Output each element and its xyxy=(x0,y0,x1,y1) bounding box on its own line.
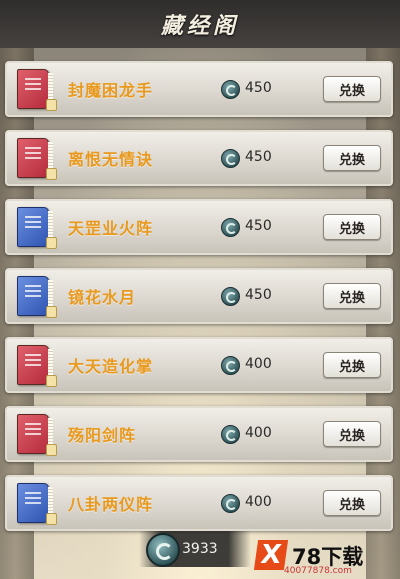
jade-coin-icon xyxy=(221,356,240,375)
exchange-row: 离恨无情诀 450 兑换 xyxy=(5,130,393,186)
exchange-button[interactable]: 兑换 xyxy=(323,145,381,171)
exchange-button[interactable]: 兑换 xyxy=(323,283,381,309)
item-name: 天罡业火阵 xyxy=(68,219,154,238)
exchange-button[interactable]: 兑换 xyxy=(323,214,381,240)
blue-book-icon xyxy=(17,207,57,249)
item-price: 450 xyxy=(245,287,272,303)
jade-coin-icon xyxy=(146,533,180,567)
item-name: 大天造化掌 xyxy=(68,357,154,376)
red-book-icon xyxy=(17,414,57,456)
jade-coin-icon xyxy=(221,80,240,99)
item-price: 450 xyxy=(245,149,272,165)
red-book-icon xyxy=(17,138,57,180)
watermark-url: 40077878.com xyxy=(284,566,352,576)
red-book-icon xyxy=(17,345,57,387)
item-name: 殇阳剑阵 xyxy=(68,426,137,445)
jade-coin-icon xyxy=(221,494,240,513)
exchange-row: 大天造化掌 400 兑换 xyxy=(5,337,393,393)
item-name: 封魔困龙手 xyxy=(68,81,154,100)
page-title: 藏经阁 xyxy=(160,13,239,39)
exchange-button[interactable]: 兑换 xyxy=(323,421,381,447)
jade-coin-icon xyxy=(221,287,240,306)
title-bar: 藏经阁 xyxy=(0,0,400,48)
item-price: 400 xyxy=(245,356,272,372)
exchange-button[interactable]: 兑换 xyxy=(323,352,381,378)
exchange-list: 封魔困龙手 450 兑换 离恨无情诀 450 兑换 天罡业火阵 450 兑换 镜… xyxy=(5,61,393,544)
exchange-button[interactable]: 兑换 xyxy=(323,76,381,102)
item-price: 400 xyxy=(245,494,272,510)
blue-book-icon xyxy=(17,276,57,318)
jade-coin-icon xyxy=(221,425,240,444)
item-price: 450 xyxy=(245,80,272,96)
exchange-row: 八卦两仪阵 400 兑换 xyxy=(5,475,393,531)
jade-coin-icon xyxy=(221,218,240,237)
red-book-icon xyxy=(17,69,57,111)
exchange-row: 封魔困龙手 450 兑换 xyxy=(5,61,393,117)
exchange-row: 镜花水月 450 兑换 xyxy=(5,268,393,324)
exchange-row: 天罡业火阵 450 兑换 xyxy=(5,199,393,255)
item-price: 400 xyxy=(245,425,272,441)
currency-balance: 3933 xyxy=(182,541,218,557)
exchange-row: 殇阳剑阵 400 兑换 xyxy=(5,406,393,462)
item-price: 450 xyxy=(245,218,272,234)
item-name: 离恨无情诀 xyxy=(68,150,154,169)
blue-book-icon xyxy=(17,483,57,525)
jade-coin-icon xyxy=(221,149,240,168)
item-name: 镜花水月 xyxy=(68,288,137,307)
item-name: 八卦两仪阵 xyxy=(68,495,154,514)
exchange-button[interactable]: 兑换 xyxy=(323,490,381,516)
watermark-logo-icon: X xyxy=(253,540,289,570)
